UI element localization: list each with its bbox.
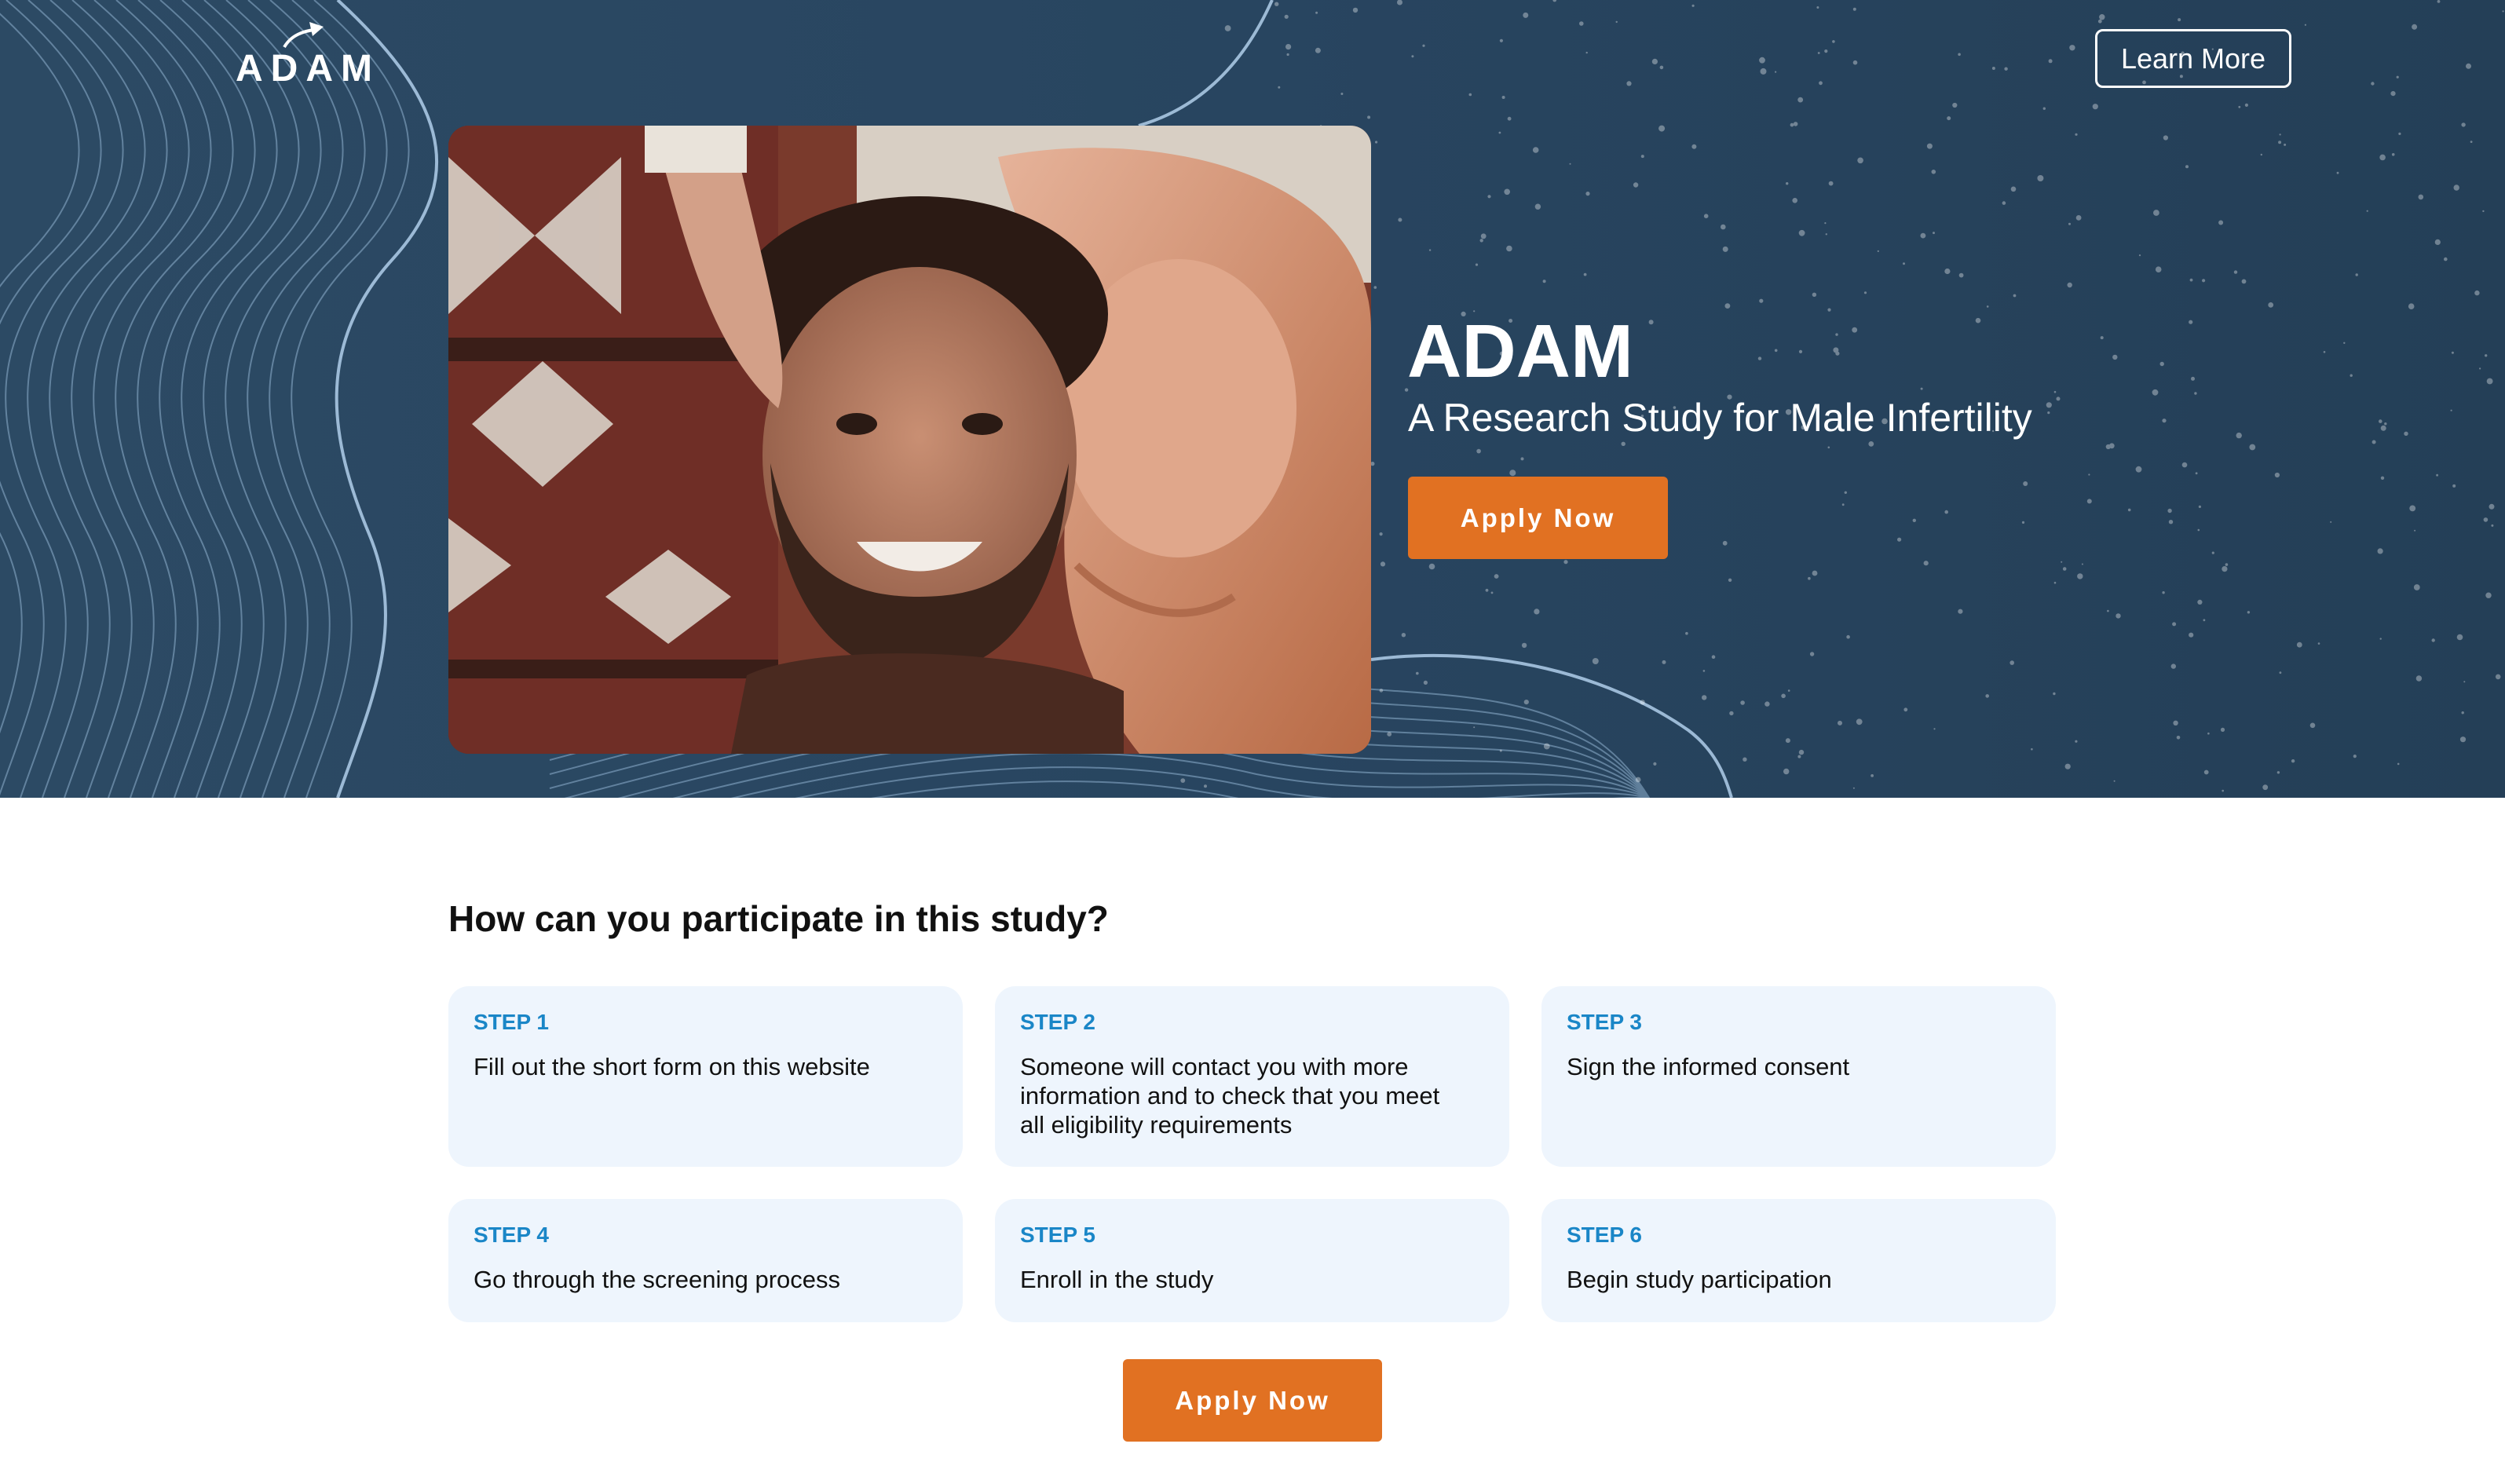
logo-arrow-icon [283, 22, 324, 49]
step-text: Go through the screening process [474, 1266, 840, 1293]
step-label: STEP 1 [474, 1010, 549, 1034]
hero-title: ADAM [1407, 309, 1633, 393]
step-text: Someone will contact you with more infor… [1020, 1053, 1440, 1139]
step-card-2: STEP 2 Someone will contact you with mor… [995, 986, 1509, 1167]
hero-subtitle: A Research Study for Male Infertility [1408, 396, 2032, 440]
step-card-3: STEP 3 Sign the informed consent [1541, 986, 2056, 1167]
step-card-1: STEP 1 Fill out the short form on this w… [448, 986, 963, 1167]
step-card-5: STEP 5 Enroll in the study [995, 1199, 1509, 1322]
step-text: Sign the informed consent [1567, 1053, 1850, 1080]
apply-now-button-bottom[interactable]: Apply Now [1123, 1359, 1382, 1442]
step-text: Begin study participation [1567, 1266, 1832, 1293]
step-card-4: STEP 4 Go through the screening process [448, 1199, 963, 1322]
adam-logo[interactable]: ADAM [236, 20, 385, 88]
step-label: STEP 4 [474, 1223, 549, 1247]
logo-text: ADAM [236, 48, 380, 90]
step-text: Enroll in the study [1020, 1266, 1214, 1293]
apply-now-button-hero[interactable]: Apply Now [1408, 477, 1668, 559]
step-label: STEP 3 [1567, 1010, 1642, 1034]
step-card-6: STEP 6 Begin study participation [1541, 1199, 2056, 1322]
step-text: Fill out the short form on this website [474, 1053, 870, 1080]
step-label: STEP 2 [1020, 1010, 1095, 1034]
couple-photo-image [448, 126, 1371, 754]
hero-photo [448, 126, 1371, 754]
learn-more-button[interactable]: Learn More [2095, 29, 2291, 88]
step-label: STEP 6 [1567, 1223, 1642, 1247]
section-title: How can you participate in this study? [448, 898, 1109, 939]
step-label: STEP 5 [1020, 1223, 1095, 1247]
hero-section: ADAM Learn More ADAM A Research Study fo… [0, 0, 2505, 798]
